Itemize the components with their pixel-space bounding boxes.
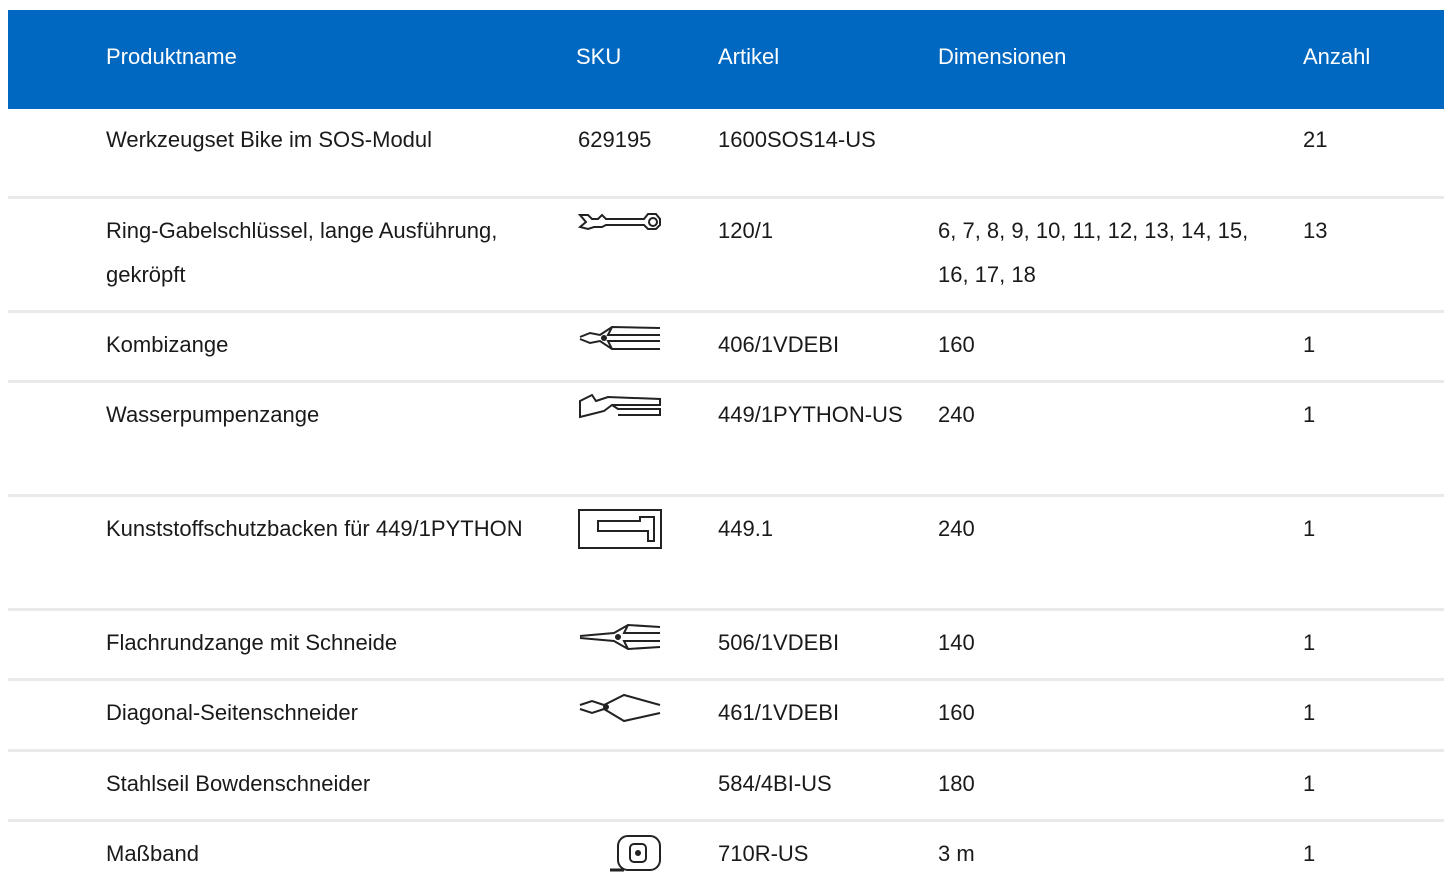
product-article: 406/1VDEBI xyxy=(718,332,840,357)
product-article: 449/1PYTHON-US xyxy=(718,402,903,427)
table-header: Produktname SKU Artikel Dimensionen Anza… xyxy=(8,10,1444,109)
product-quantity: 1 xyxy=(1303,700,1316,725)
table-row[interactable]: Diagonal-Seitenschneider 461/1VDEBI 160 … xyxy=(8,681,1444,752)
product-dimensions: 160 xyxy=(938,332,975,357)
table-row[interactable]: Kombizange 406/1VDEBI 160 1 xyxy=(8,313,1444,383)
product-dimensions: 6, 7, 8, 9, 10, 11, 12, 13, 14, 15, 16, … xyxy=(938,218,1249,287)
column-header-quantity[interactable]: Anzahl xyxy=(1303,10,1370,103)
product-name: Maßband xyxy=(106,841,199,866)
product-sku: 629195 xyxy=(578,127,652,152)
product-name: Kombizange xyxy=(106,332,229,357)
product-quantity: 21 xyxy=(1303,127,1328,152)
product-quantity: 1 xyxy=(1303,332,1316,357)
product-dimensions: 240 xyxy=(938,516,975,541)
table-row[interactable]: Wasserpumpenzange 449/1PYTHON-US 240 1 xyxy=(8,383,1444,497)
table-row[interactable]: Maßband 710R-US 3 m 1 xyxy=(8,822,1444,882)
product-article: 710R-US xyxy=(718,841,809,866)
protective-jaws-icon xyxy=(578,509,662,551)
product-name: Wasserpumpenzange xyxy=(106,402,320,427)
tape-measure-icon xyxy=(608,832,664,874)
table-row[interactable]: Werkzeugset Bike im SOS-Modul 629195 160… xyxy=(8,109,1444,199)
combination-pliers-icon xyxy=(578,323,662,365)
product-quantity: 13 xyxy=(1303,218,1328,243)
table-row[interactable]: Ring-Gabelschlüssel, lange Ausführung, g… xyxy=(8,199,1444,313)
product-name: Diagonal-Seitenschneider xyxy=(106,700,358,725)
product-quantity: 1 xyxy=(1303,841,1316,866)
diagonal-cutter-icon xyxy=(578,691,662,733)
product-name: Stahlseil Bowdenschneider xyxy=(106,771,371,796)
product-article: 461/1VDEBI xyxy=(718,700,840,725)
product-quantity: 1 xyxy=(1303,630,1316,655)
product-quantity: 1 xyxy=(1303,771,1316,796)
table-row[interactable]: Flachrundzange mit Schneide 506/1VDEBI 1… xyxy=(8,611,1444,681)
product-dimensions: 160 xyxy=(938,700,975,725)
combination-wrench-icon xyxy=(578,207,662,249)
column-header-name[interactable]: Produktname xyxy=(106,10,237,103)
product-article: 506/1VDEBI xyxy=(718,630,840,655)
table-row[interactable]: Stahlseil Bowdenschneider 584/4BI-US 180… xyxy=(8,752,1444,822)
product-name: Ring-Gabelschlüssel, lange Ausführung, g… xyxy=(106,218,498,287)
column-header-dimensions[interactable]: Dimensionen xyxy=(938,10,1066,103)
product-article: 1600SOS14-US xyxy=(718,127,876,152)
product-name: Flachrundzange mit Schneide xyxy=(106,630,398,655)
flat-round-pliers-icon xyxy=(578,621,662,663)
column-header-article[interactable]: Artikel xyxy=(718,10,779,103)
product-article: 449.1 xyxy=(718,516,774,541)
product-table: Produktname SKU Artikel Dimensionen Anza… xyxy=(8,10,1444,882)
product-dimensions: 240 xyxy=(938,402,975,427)
product-quantity: 1 xyxy=(1303,516,1316,541)
water-pump-pliers-icon xyxy=(578,393,662,435)
product-name: Kunststoffschutzbacken für 449/1PYTHON xyxy=(106,516,523,541)
product-dimensions: 140 xyxy=(938,630,975,655)
table-row[interactable]: Kunststoffschutzbacken für 449/1PYTHON 4… xyxy=(8,497,1444,611)
product-article: 120/1 xyxy=(718,218,774,243)
product-dimensions: 180 xyxy=(938,771,975,796)
product-quantity: 1 xyxy=(1303,402,1316,427)
product-name: Werkzeugset Bike im SOS-Modul xyxy=(106,127,433,152)
product-dimensions: 3 m xyxy=(938,841,975,866)
product-article: 584/4BI-US xyxy=(718,771,832,796)
column-header-sku[interactable]: SKU xyxy=(576,10,621,103)
